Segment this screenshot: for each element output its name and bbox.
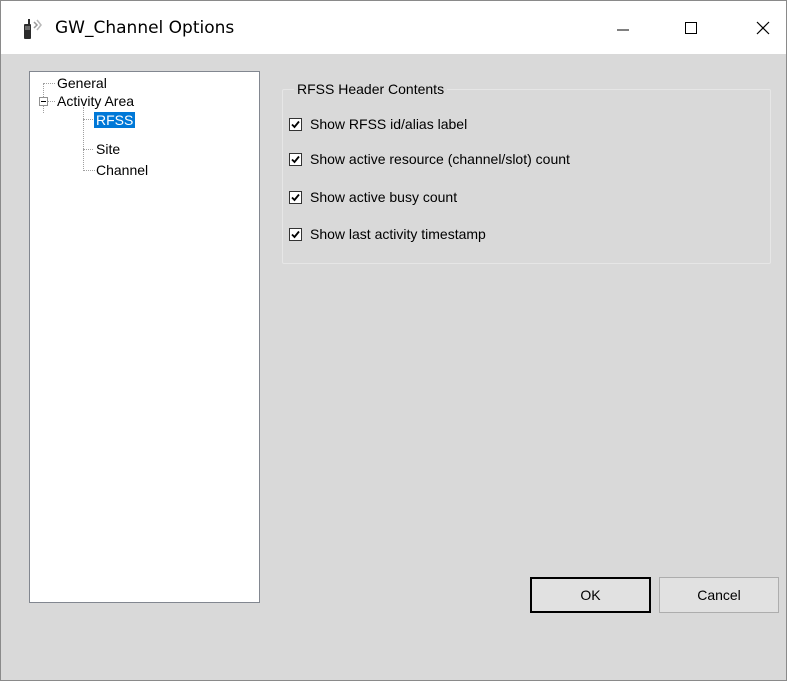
close-icon <box>756 21 770 34</box>
option-show-last-activity-timestamp[interactable]: Show last activity timestamp <box>289 224 486 244</box>
tree-item-activity-area[interactable]: Activity Area <box>57 92 134 110</box>
maximize-icon <box>685 21 697 34</box>
checkbox[interactable] <box>289 227 302 241</box>
group-title: RFSS Header Contents <box>294 80 448 98</box>
checkmark-icon <box>291 120 300 128</box>
option-label: Show active resource (channel/slot) coun… <box>310 151 570 167</box>
tree-connector <box>83 149 93 150</box>
tree-connector <box>83 170 95 171</box>
checkmark-icon <box>291 193 300 201</box>
ok-button[interactable]: OK <box>530 577 651 613</box>
minimize-button[interactable] <box>600 1 646 54</box>
checkbox[interactable] <box>289 152 302 166</box>
tree-item-label: Site <box>96 141 121 157</box>
tree-item-rfss[interactable]: RFSS <box>94 111 136 129</box>
tree-item-channel[interactable]: Channel <box>96 161 148 179</box>
title-bar[interactable]: GW_Channel Options <box>1 1 786 54</box>
option-label: Show last activity timestamp <box>310 226 486 242</box>
tree-connector <box>83 119 93 120</box>
checkbox[interactable] <box>289 117 302 131</box>
radio-handset-icon <box>21 17 47 41</box>
tree-connector <box>48 101 55 102</box>
tree-item-label: RFSS <box>94 112 136 128</box>
collapse-toggle-icon[interactable] <box>39 97 48 106</box>
minimize-icon <box>617 29 629 30</box>
tree-item-general[interactable]: General <box>57 74 107 92</box>
maximize-button[interactable] <box>668 1 714 54</box>
tree-connector <box>43 83 55 84</box>
window-title: GW_Channel Options <box>55 18 235 38</box>
tree-item-label: General <box>57 75 107 91</box>
cancel-button[interactable]: Cancel <box>659 577 779 613</box>
tree-item-label: Activity Area <box>57 93 135 109</box>
tree-connector <box>83 107 84 171</box>
close-button[interactable] <box>740 1 786 54</box>
dialog-client-area: General Activity Area RFSS Site Channel … <box>1 54 786 680</box>
option-label: Show RFSS id/alias label <box>310 116 468 132</box>
checkmark-icon <box>291 155 300 163</box>
options-dialog: GW_Channel Options General Activity Area… <box>0 0 787 681</box>
cancel-button-label: Cancel <box>697 587 741 603</box>
option-label: Show active busy count <box>310 189 458 205</box>
option-show-active-busy-count[interactable]: Show active busy count <box>289 187 457 207</box>
ok-button-label: OK <box>580 587 601 603</box>
checkbox[interactable] <box>289 190 302 204</box>
option-show-rfss-label[interactable]: Show RFSS id/alias label <box>289 114 467 134</box>
tree-item-site[interactable]: Site <box>96 140 120 158</box>
tree-item-label: Channel <box>96 162 149 178</box>
checkmark-icon <box>291 230 300 238</box>
options-tree[interactable]: General Activity Area RFSS Site Channel <box>29 71 260 603</box>
option-show-active-resource-count[interactable]: Show active resource (channel/slot) coun… <box>289 149 570 169</box>
